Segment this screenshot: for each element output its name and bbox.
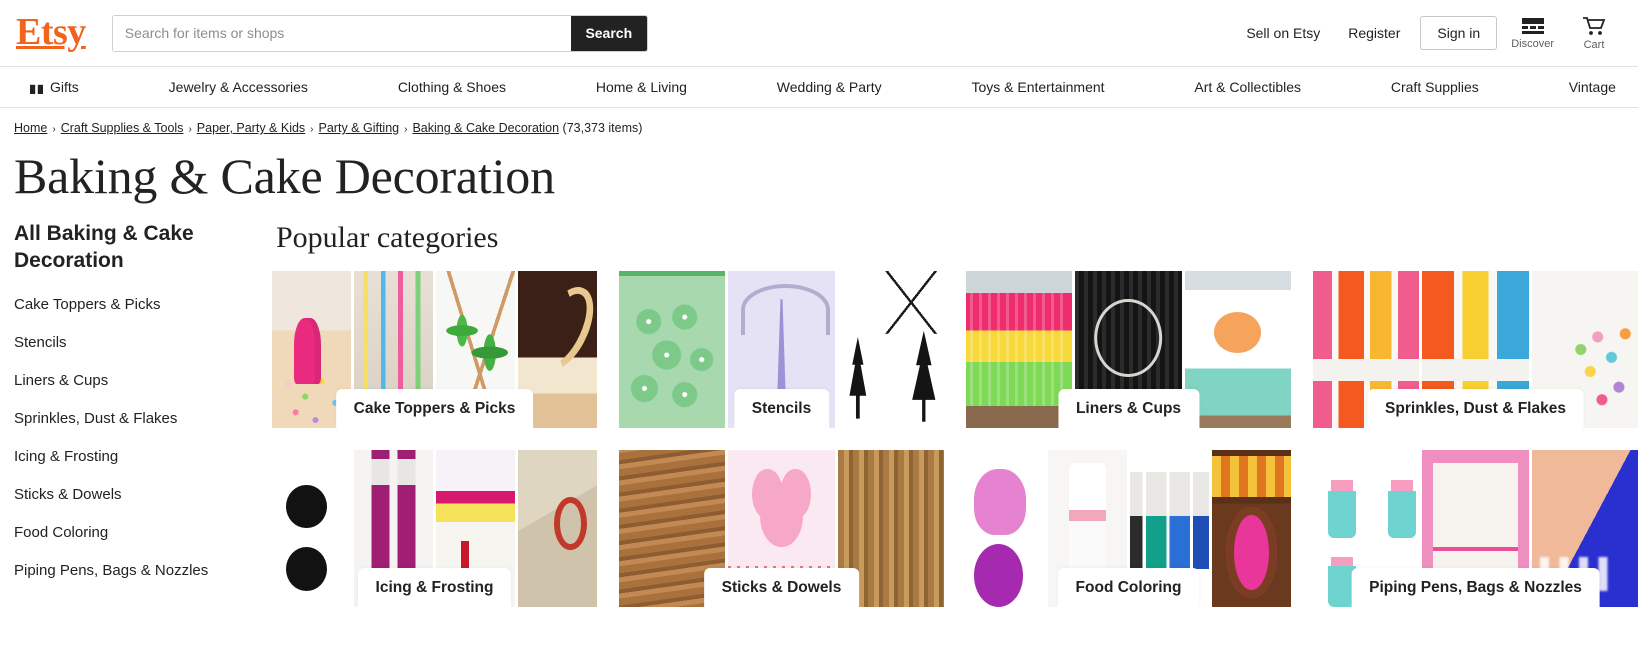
popular-categories-heading: Popular categories [276,221,499,254]
nav-item-label: Clothing & Shoes [397,79,506,95]
category-card[interactable]: Sprinkles, Dust & Flakes [1313,271,1638,428]
category-card[interactable]: Sticks & Dowels [619,450,944,607]
sign-in-button[interactable]: Sign in [1420,16,1498,50]
category-card-label: Food Coloring [1057,568,1200,607]
category-image-art [1184,271,1291,428]
header-actions: Sell on Etsy Register Sign in Discover C… [1232,16,1620,51]
nav-item-toys-entertainment[interactable]: Toys & Entertainment [971,79,1104,95]
register-link[interactable]: Register [1334,25,1414,41]
breadcrumb-separator: › [404,124,408,135]
nav-item-craft-supplies[interactable]: Craft Supplies [1391,79,1479,95]
sidebar-link-list: Cake Toppers & Picks Stencils Liners & Cup… [14,296,252,579]
category-card[interactable]: Cake Toppers & Picks [272,271,597,428]
category-card-label: Stencils [733,389,830,428]
category-card[interactable]: Stencils [619,271,944,428]
page-content: All Baking & Cake Decoration Cake Topper… [0,221,1638,607]
sidebar-item-piping-pens-bags-nozzles[interactable]: Piping Pens, Bags & Nozzles [14,562,252,579]
nav-item-label: Toys & Entertainment [971,79,1105,95]
sidebar-item-icing-frosting[interactable]: Icing & Frosting [14,448,252,465]
nav-item-gifts[interactable]: Gifts [30,79,79,95]
nav-item-wedding-party[interactable]: Wedding & Party [777,79,882,95]
category-card-image [966,271,1073,428]
category-card[interactable]: Icing & Frosting [272,450,597,607]
cart-button[interactable]: Cart [1568,16,1620,51]
nav-item-jewelry-accessories[interactable]: Jewelry & Accessories [169,79,308,95]
nav-item-label: Vintage [1568,79,1616,95]
nav-item-clothing-shoes[interactable]: Clothing & Shoes [398,79,506,95]
nav-item-label: Craft Supplies [1390,79,1479,95]
category-image-art [1212,450,1291,607]
breadcrumb-item-0[interactable]: Home [14,121,47,135]
gift-icon [30,80,43,94]
category-card[interactable]: Food Coloring [966,450,1291,607]
popular-categories-grid: Cake Toppers & Picks Stencils Liners & Cup… [272,271,1638,607]
category-card-image [272,450,351,607]
category-image-art [619,271,726,428]
nav-item-art-collectibles[interactable]: Art & Collectibles [1194,79,1301,95]
nav-item-home-living[interactable]: Home & Living [596,79,687,95]
page-title: Baking & Cake Decoration [14,148,555,204]
category-card-image [1184,271,1291,428]
category-card-image [1212,450,1291,607]
discover-label: Discover [1511,37,1554,50]
breadcrumb-item-1[interactable]: Craft Supplies & Tools [61,121,184,135]
nav-list: Gifts Jewelry & Accessories Clothing & Sho… [30,79,1616,95]
category-card[interactable]: Liners & Cups [966,271,1291,428]
category-image-art [272,450,351,607]
nav-item-label: Wedding & Party [776,79,882,95]
discover-button[interactable]: Discover [1497,17,1568,50]
sell-on-etsy-link[interactable]: Sell on Etsy [1232,25,1334,41]
sidebar-title: All Baking & Cake Decoration [14,222,194,272]
breadcrumb-item-2[interactable]: Paper, Party & Kids [197,121,305,135]
category-card-label: Piping Pens, Bags & Nozzles [1351,568,1600,607]
category-card-image [518,450,597,607]
category-image-art [518,450,597,607]
nav-item-vintage[interactable]: Vintage [1569,79,1616,95]
sidebar-item-food-coloring[interactable]: Food Coloring [14,524,252,541]
category-card-label: Sprinkles, Dust & Flakes [1367,389,1584,428]
site-header: Etsy Search Sell on Etsy Register Sign i… [0,0,1638,66]
breadcrumb-item-4[interactable]: Baking & Cake Decoration [412,121,559,135]
primary-nav: Gifts Jewelry & Accessories Clothing & Sho… [0,66,1638,108]
category-card-label: Liners & Cups [1057,389,1200,428]
category-image-art [966,271,1073,428]
category-sidebar: All Baking & Cake Decoration Cake Topper… [14,221,272,607]
category-image-art [966,450,1045,607]
category-image-art [837,271,944,428]
nav-item-label: Home & Living [595,79,687,95]
category-card-label: Cake Toppers & Picks [335,389,534,428]
category-card-image [966,450,1045,607]
breadcrumb-separator: › [52,124,56,135]
sidebar-item-sticks-dowels[interactable]: Sticks & Dowels [14,486,252,503]
search-button[interactable]: Search [570,15,647,51]
etsy-logo[interactable]: Etsy [16,13,86,53]
category-card-image [619,271,726,428]
category-card-image [837,271,944,428]
category-card[interactable]: Piping Pens, Bags & Nozzles [1313,450,1638,607]
breadcrumb-separator: › [188,124,192,135]
sidebar-item-liners-cups[interactable]: Liners & Cups [14,372,252,389]
sidebar-item-cake-toppers-picks[interactable]: Cake Toppers & Picks [14,296,252,313]
breadcrumb-item-3[interactable]: Party & Gifting [319,121,400,135]
breadcrumb: Home › Craft Supplies & Tools › Paper, Party… [0,108,1638,135]
main-column: Popular categories Cake Toppers & Picks S… [272,221,1638,607]
search-bar: Search [111,14,648,52]
sidebar-item-stencils[interactable]: Stencils [14,334,252,351]
search-input[interactable] [112,15,571,51]
cart-icon [1582,16,1606,36]
category-card-label: Icing & Frosting [357,568,512,607]
discover-icon [1521,17,1545,35]
cart-label: Cart [1583,38,1605,51]
nav-item-label: Gifts [50,79,79,95]
breadcrumb-item-count: (73,373 items) [559,121,643,135]
nav-item-label: Jewelry & Accessories [168,79,308,95]
breadcrumb-separator: › [310,124,314,135]
nav-item-label: Art & Collectibles [1194,79,1301,95]
category-card-label: Sticks & Dowels [703,568,860,607]
sidebar-item-sprinkles-dust-flakes[interactable]: Sprinkles, Dust & Flakes [14,410,252,427]
